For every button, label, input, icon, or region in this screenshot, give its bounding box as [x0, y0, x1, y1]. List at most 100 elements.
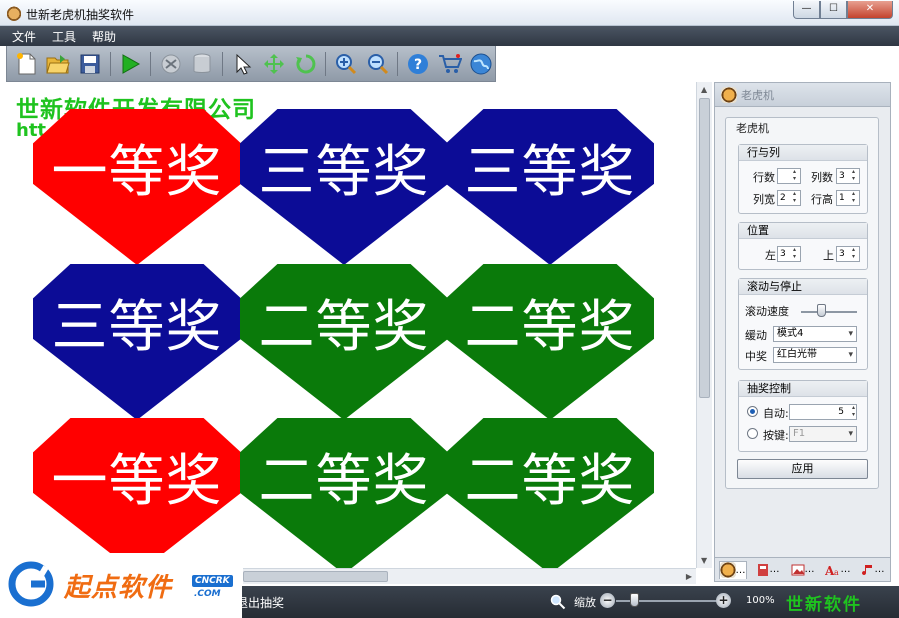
cols-spinner[interactable]: 3 — [836, 168, 860, 184]
window-controls: — ☐ ✕ — [793, 1, 893, 19]
prize-label: 二等奖 — [464, 449, 636, 514]
watermark-text: 起点软件 — [64, 573, 173, 603]
rows-spinner[interactable] — [777, 168, 801, 184]
slot-machine-group: 老虎机 行与列 行数 列数 3 列宽 2 行高 1 位置 左 3 上 3 滚动与… — [725, 117, 879, 489]
zoom-slider-thumb[interactable] — [630, 593, 639, 607]
ease-label: 缓动 — [745, 329, 767, 342]
section-title: 行与列 — [739, 145, 867, 161]
tiger-icon — [719, 562, 736, 578]
prize-label: 二等奖 — [258, 449, 430, 514]
tab-book[interactable]: … — [754, 561, 782, 579]
zoom-in-icon[interactable] — [332, 50, 360, 78]
win-effect-dropdown[interactable]: 红白光带 — [773, 347, 857, 363]
scroll-speed-thumb[interactable] — [816, 304, 826, 317]
row-height-spinner[interactable]: 1 — [836, 190, 860, 206]
move-icon[interactable] — [260, 50, 288, 78]
left-spinner[interactable]: 3 — [777, 246, 801, 262]
hotkey-dropdown[interactable]: F1 — [789, 426, 857, 442]
prize-tile: 二等奖 — [446, 264, 654, 420]
menu-help[interactable]: 帮助 — [84, 28, 124, 45]
prize-tile: 三等奖 — [240, 109, 448, 265]
scroll-right-arrow-icon[interactable]: ▶ — [686, 572, 692, 581]
vertical-scroll-thumb[interactable] — [699, 98, 710, 398]
prize-label: 三等奖 — [51, 295, 223, 360]
new-file-icon[interactable] — [13, 50, 41, 78]
watermark-domain: .COM — [194, 589, 221, 599]
database-icon[interactable] — [188, 50, 216, 78]
tab-image[interactable]: … — [789, 561, 817, 579]
scroll-speed-slider[interactable] — [801, 311, 857, 313]
slot-machine-canvas[interactable]: 世新软件开发有限公司 htt 一等奖 三等奖 三等奖 三等奖 二等奖 二等奖 一… — [6, 82, 696, 568]
zoom-label: 缩放 — [574, 596, 596, 609]
prize-label: 三等奖 — [464, 140, 636, 205]
auto-interval-spinner[interactable]: 5 — [789, 404, 857, 420]
ease-dropdown[interactable]: 模式4 — [773, 326, 857, 342]
brand-logo-text: 世新软件 — [786, 595, 862, 615]
top-spinner[interactable]: 3 — [836, 246, 860, 262]
position-section: 位置 左 3 上 3 — [738, 222, 868, 270]
refresh-icon[interactable] — [292, 50, 320, 78]
canvas-vertical-scrollbar[interactable]: ▲ ▼ — [696, 82, 712, 568]
toolbar-separator — [109, 51, 111, 76]
tiger-icon — [721, 86, 737, 103]
horizontal-scroll-thumb[interactable] — [243, 571, 388, 582]
zoom-out-icon[interactable] — [364, 50, 392, 78]
menu-bar: 文件 工具 帮助 — [0, 26, 899, 46]
toolbar-separator — [149, 51, 151, 76]
tab-music[interactable]: … — [859, 561, 887, 579]
scroll-down-arrow-icon[interactable]: ▼ — [701, 556, 707, 565]
svg-text:a: a — [834, 568, 839, 577]
left-label: 左 — [765, 249, 776, 262]
tab-text[interactable]: Aa… — [824, 561, 852, 579]
menu-tools[interactable]: 工具 — [44, 28, 84, 45]
prize-label: 三等奖 — [258, 140, 430, 205]
prize-label: 一等奖 — [51, 449, 223, 514]
image-icon — [791, 564, 804, 575]
prize-tile: 二等奖 — [240, 418, 448, 568]
title-bar: 世新老虎机抽奖软件 — ☐ ✕ — [0, 0, 899, 26]
zoom-in-button[interactable]: + — [716, 593, 731, 608]
app-tiger-icon — [6, 5, 22, 21]
prize-tile: 三等奖 — [33, 264, 241, 420]
scroll-speed-label: 滚动速度 — [745, 305, 789, 318]
auto-label: 自动: — [763, 407, 789, 420]
play-icon[interactable] — [116, 50, 144, 78]
minimize-button[interactable]: — — [793, 1, 820, 19]
zoom-value: 100% — [746, 595, 775, 606]
menu-file[interactable]: 文件 — [4, 28, 44, 45]
maximize-button[interactable]: ☐ — [820, 1, 847, 19]
scroll-stop-section: 滚动与停止 滚动速度 缓动 模式4 中奖 红白光带 — [738, 278, 868, 370]
prize-tile: 二等奖 — [240, 264, 448, 420]
pointer-icon[interactable] — [229, 50, 257, 78]
open-folder-icon[interactable] — [45, 50, 73, 78]
cart-icon[interactable] — [436, 50, 464, 78]
book-icon — [757, 563, 768, 576]
scroll-up-arrow-icon[interactable]: ▲ — [701, 85, 707, 94]
tab-slot-machine[interactable]: … — [718, 560, 747, 579]
auto-radio[interactable] — [747, 406, 758, 417]
toolbar: ? — [6, 46, 496, 82]
magnifier-icon — [550, 594, 566, 613]
apply-button[interactable]: 应用 — [737, 459, 868, 479]
prize-tile: 一等奖 — [33, 109, 241, 265]
col-width-spinner[interactable]: 2 — [777, 190, 801, 206]
settings-icon[interactable] — [157, 50, 185, 78]
section-title: 滚动与停止 — [739, 279, 867, 295]
panel-tab-bar: … … … Aa… … — [715, 557, 890, 581]
draw-control-section: 抽奖控制 自动: 5 按键: F1 — [738, 380, 868, 452]
canvas-horizontal-scrollbar[interactable]: ▶ — [243, 568, 696, 584]
section-title: 抽奖控制 — [739, 381, 867, 397]
watermark-badge: CNCRK — [192, 575, 233, 587]
top-label: 上 — [823, 249, 834, 262]
globe-icon[interactable] — [467, 50, 495, 78]
help-icon[interactable]: ? — [404, 50, 432, 78]
text-icon: Aa — [825, 564, 839, 577]
key-radio[interactable] — [747, 428, 758, 439]
zoom-out-button[interactable]: − — [600, 593, 615, 608]
properties-panel: 老虎机 老虎机 行与列 行数 列数 3 列宽 2 行高 1 位置 左 3 上 3… — [714, 82, 891, 582]
close-button[interactable]: ✕ — [847, 1, 893, 19]
status-message: 退出抽奖 — [236, 596, 285, 610]
prize-tile: 一等奖 — [33, 418, 241, 568]
save-icon[interactable] — [76, 50, 104, 78]
prize-label: 二等奖 — [464, 295, 636, 360]
